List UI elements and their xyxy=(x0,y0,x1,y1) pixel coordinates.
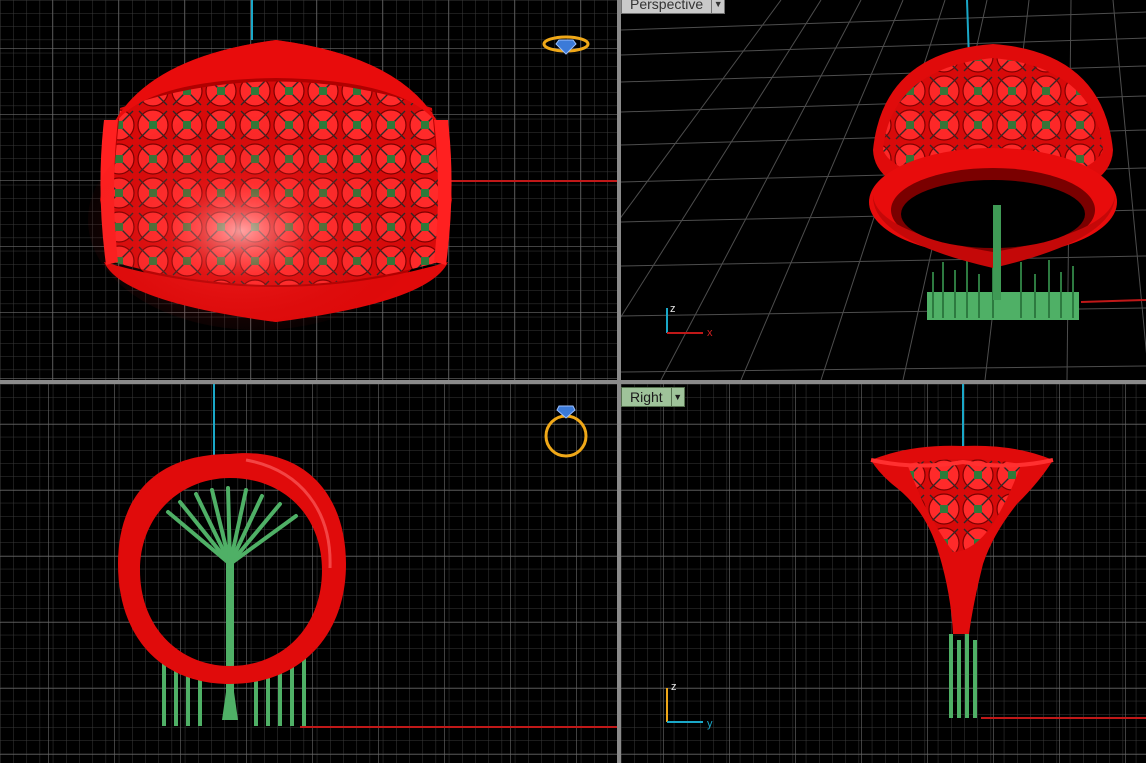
viewport-perspective-canvas: z x xyxy=(621,0,1146,380)
viewport-right[interactable]: z y xyxy=(621,384,1146,763)
viewport-top-canvas xyxy=(0,0,617,380)
viewport-front-canvas xyxy=(0,384,617,763)
chevron-down-icon[interactable]: ▼ xyxy=(711,0,726,14)
viewport-front[interactable] xyxy=(0,384,617,763)
axis-label-z: z xyxy=(671,681,677,693)
viewport-divider-horizontal[interactable] xyxy=(0,380,1146,384)
axis-label-y: y xyxy=(707,718,713,730)
viewport-perspective[interactable]: z x xyxy=(621,0,1146,380)
viewport-tab-label: Perspective xyxy=(621,0,712,14)
viewport-tab-perspective[interactable]: Perspective ▼ xyxy=(621,0,726,14)
chevron-down-icon[interactable]: ▼ xyxy=(670,387,685,407)
ring-perspective-model xyxy=(869,44,1117,285)
x-axis-line xyxy=(1080,299,1146,303)
viewport-tab-right[interactable]: Right ▼ xyxy=(621,387,685,407)
axis-indicator-perspective: z x xyxy=(666,303,713,339)
axis-label-x: x xyxy=(707,327,713,339)
axis-label-z: z xyxy=(670,303,676,315)
viewport-tab-label: Right xyxy=(621,387,671,407)
viewport-right-canvas: z y xyxy=(621,384,1146,763)
viewport-top[interactable] xyxy=(0,0,617,380)
